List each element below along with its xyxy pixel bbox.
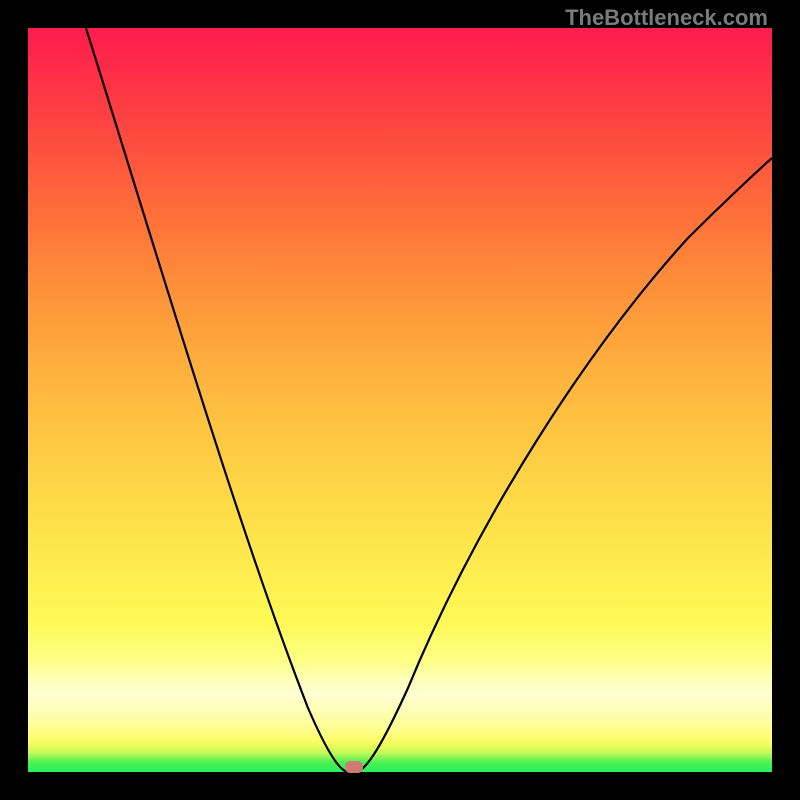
bottleneck-curve bbox=[86, 28, 772, 772]
watermark-text: TheBottleneck.com bbox=[565, 5, 768, 31]
curve-svg bbox=[28, 28, 772, 772]
plot-area bbox=[28, 28, 772, 772]
chart-frame: TheBottleneck.com bbox=[0, 0, 800, 800]
min-marker bbox=[345, 761, 363, 773]
